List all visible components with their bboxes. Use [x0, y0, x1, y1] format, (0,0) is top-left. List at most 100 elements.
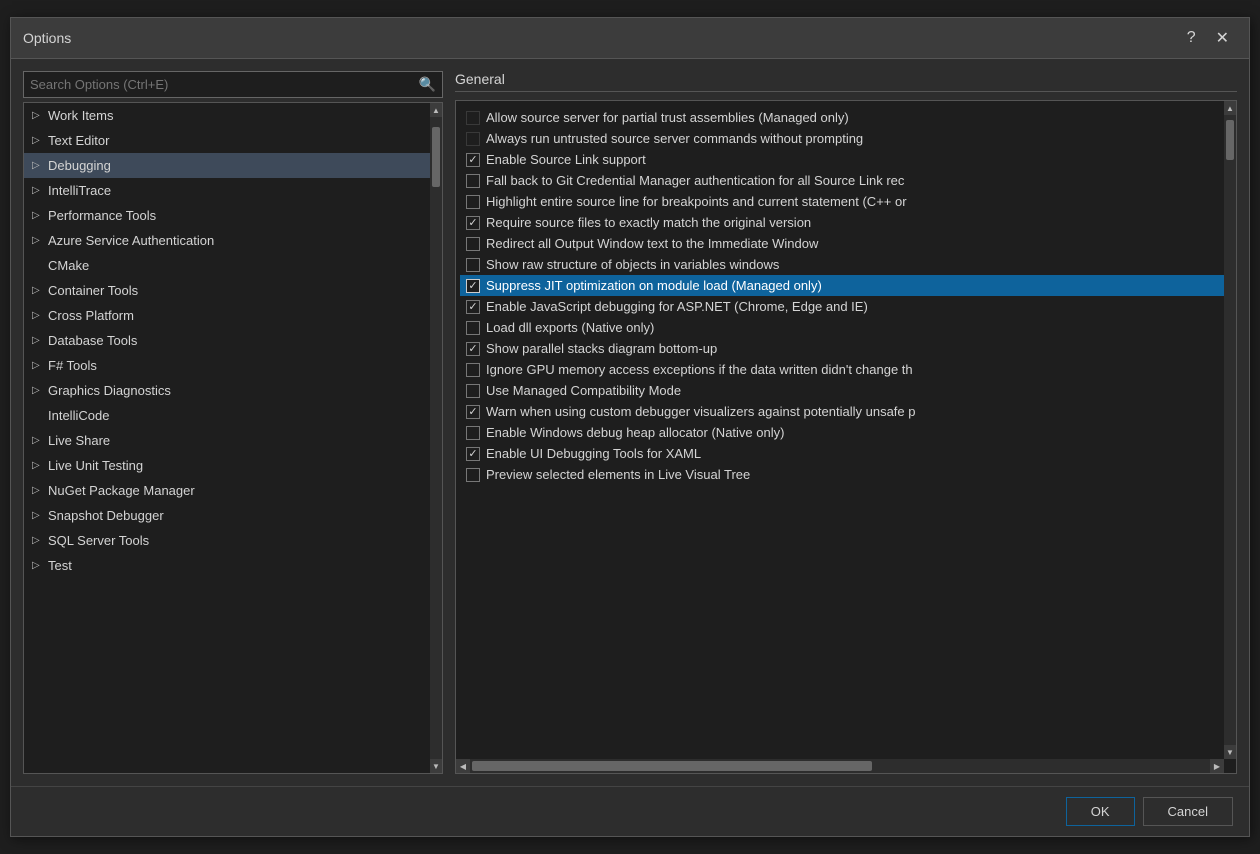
left-panel: 🔍 ▷Work Items▷Text Editor▷Debugging▷Inte… [23, 71, 443, 774]
checkbox-opt15[interactable] [466, 405, 480, 419]
options-container: Allow source server for partial trust as… [455, 100, 1237, 774]
chevron-icon: ▷ [32, 160, 44, 171]
v-scroll-thumb[interactable] [1226, 120, 1234, 160]
option-row-opt15[interactable]: Warn when using custom debugger visualiz… [460, 401, 1232, 422]
options-scrollbar-v[interactable]: ▲ ▼ [1224, 101, 1236, 759]
tree-item-intellicode[interactable]: IntelliCode [24, 403, 430, 428]
cancel-button[interactable]: Cancel [1143, 797, 1233, 826]
chevron-icon: ▷ [32, 360, 44, 371]
option-row-opt6[interactable]: Require source files to exactly match th… [460, 212, 1232, 233]
close-button[interactable]: ✕ [1208, 26, 1237, 50]
checkbox-opt10[interactable] [466, 300, 480, 314]
checkbox-opt16[interactable] [466, 426, 480, 440]
checkbox-opt5[interactable] [466, 195, 480, 209]
checkbox-opt9[interactable] [466, 279, 480, 293]
chevron-icon: ▷ [32, 385, 44, 396]
tree-item-label: CMake [48, 258, 422, 273]
option-row-opt13[interactable]: Ignore GPU memory access exceptions if t… [460, 359, 1232, 380]
option-row-opt16[interactable]: Enable Windows debug heap allocator (Nat… [460, 422, 1232, 443]
option-row-opt12[interactable]: Show parallel stacks diagram bottom-up [460, 338, 1232, 359]
tree-item-label: Database Tools [48, 333, 422, 348]
option-row-opt11[interactable]: Load dll exports (Native only) [460, 317, 1232, 338]
tree-item-fsharp-tools[interactable]: ▷F# Tools [24, 353, 430, 378]
tree-item-performance-tools[interactable]: ▷Performance Tools [24, 203, 430, 228]
checkbox-opt18[interactable] [466, 468, 480, 482]
checkbox-opt17[interactable] [466, 447, 480, 461]
tree-item-label: Snapshot Debugger [48, 508, 422, 523]
tree-item-label: Text Editor [48, 133, 422, 148]
tree-scroll-thumb[interactable] [432, 127, 440, 187]
tree-scroll-up-button[interactable]: ▲ [430, 103, 442, 117]
tree-item-azure-service-auth[interactable]: ▷Azure Service Authentication [24, 228, 430, 253]
checkbox-opt4[interactable] [466, 174, 480, 188]
chevron-icon: ▷ [32, 235, 44, 246]
checkbox-opt2[interactable] [466, 132, 480, 146]
option-row-opt7[interactable]: Redirect all Output Window text to the I… [460, 233, 1232, 254]
v-scroll-up-button[interactable]: ▲ [1224, 101, 1236, 115]
title-bar-left: Options [23, 30, 71, 46]
help-button[interactable]: ? [1179, 27, 1204, 49]
search-box[interactable]: 🔍 [23, 71, 443, 98]
tree-item-text-editor[interactable]: ▷Text Editor [24, 128, 430, 153]
chevron-icon: ▷ [32, 335, 44, 346]
tree-item-cross-platform[interactable]: ▷Cross Platform [24, 303, 430, 328]
option-row-opt10[interactable]: Enable JavaScript debugging for ASP.NET … [460, 296, 1232, 317]
tree-scroll-down-button[interactable]: ▼ [430, 759, 442, 773]
tree-item-live-share[interactable]: ▷Live Share [24, 428, 430, 453]
tree-scrollbar[interactable]: ▲ ▼ [430, 103, 442, 773]
title-bar: Options ? ✕ [11, 18, 1249, 59]
options-scrollbar-h[interactable]: ◀ ▶ [456, 759, 1224, 773]
panel-title: General [455, 71, 1237, 92]
option-row-opt17[interactable]: Enable UI Debugging Tools for XAML [460, 443, 1232, 464]
tree-item-debugging[interactable]: ▷ Debugging [24, 153, 430, 178]
checkbox-opt11[interactable] [466, 321, 480, 335]
tree-item-work-items[interactable]: ▷Work Items [24, 103, 430, 128]
tree-item-container-tools[interactable]: ▷ Container Tools [24, 278, 430, 303]
options-scroll[interactable]: Allow source server for partial trust as… [456, 101, 1236, 773]
checkbox-opt1[interactable] [466, 111, 480, 125]
chevron-icon: ▷ [32, 210, 44, 221]
tree-item-cmake[interactable]: CMake [24, 253, 430, 278]
tree-item-label: IntelliCode [48, 408, 422, 423]
option-label-opt1: Allow source server for partial trust as… [486, 110, 849, 125]
checkbox-opt8[interactable] [466, 258, 480, 272]
tree-item-snapshot-debugger[interactable]: ▷Snapshot Debugger [24, 503, 430, 528]
option-row-opt8[interactable]: Show raw structure of objects in variabl… [460, 254, 1232, 275]
chevron-icon: ▷ [32, 110, 44, 121]
option-row-opt2[interactable]: Always run untrusted source server comma… [460, 128, 1232, 149]
option-row-opt4[interactable]: Fall back to Git Credential Manager auth… [460, 170, 1232, 191]
ok-button[interactable]: OK [1066, 797, 1135, 826]
tree-item-graphics-diagnostics[interactable]: ▷Graphics Diagnostics [24, 378, 430, 403]
h-scroll-right-button[interactable]: ▶ [1210, 759, 1224, 773]
chevron-icon: ▷ [32, 285, 44, 296]
tree-item-live-unit-testing[interactable]: ▷Live Unit Testing [24, 453, 430, 478]
option-row-opt3[interactable]: Enable Source Link support [460, 149, 1232, 170]
tree-item-sql-server-tools[interactable]: ▷SQL Server Tools [24, 528, 430, 553]
chevron-icon: ▷ [32, 435, 44, 446]
option-row-opt18[interactable]: Preview selected elements in Live Visual… [460, 464, 1232, 485]
tree-item-database-tools[interactable]: ▷ Database Tools [24, 328, 430, 353]
v-scroll-down-button[interactable]: ▼ [1224, 745, 1236, 759]
tree-item-intellitrace[interactable]: ▷IntelliTrace [24, 178, 430, 203]
h-scroll-left-button[interactable]: ◀ [456, 759, 470, 773]
tree-item-label: Container Tools [48, 283, 422, 298]
checkbox-opt14[interactable] [466, 384, 480, 398]
dialog-footer: OK Cancel [11, 786, 1249, 836]
option-label-opt2: Always run untrusted source server comma… [486, 131, 863, 146]
search-input[interactable] [30, 77, 419, 92]
tree-item-test[interactable]: ▷Test [24, 553, 430, 578]
option-label-opt7: Redirect all Output Window text to the I… [486, 236, 818, 251]
option-row-opt14[interactable]: Use Managed Compatibility Mode [460, 380, 1232, 401]
tree-item-nuget-package-manager[interactable]: ▷NuGet Package Manager [24, 478, 430, 503]
checkbox-opt12[interactable] [466, 342, 480, 356]
checkbox-opt7[interactable] [466, 237, 480, 251]
option-row-opt5[interactable]: Highlight entire source line for breakpo… [460, 191, 1232, 212]
option-row-opt1[interactable]: Allow source server for partial trust as… [460, 107, 1232, 128]
checkbox-opt6[interactable] [466, 216, 480, 230]
checkbox-opt13[interactable] [466, 363, 480, 377]
checkbox-opt3[interactable] [466, 153, 480, 167]
tree-item-label: Debugging [48, 158, 422, 173]
option-row-opt9[interactable]: Suppress JIT optimization on module load… [460, 275, 1232, 296]
h-scroll-thumb[interactable] [472, 761, 872, 771]
dialog-title: Options [23, 30, 71, 46]
